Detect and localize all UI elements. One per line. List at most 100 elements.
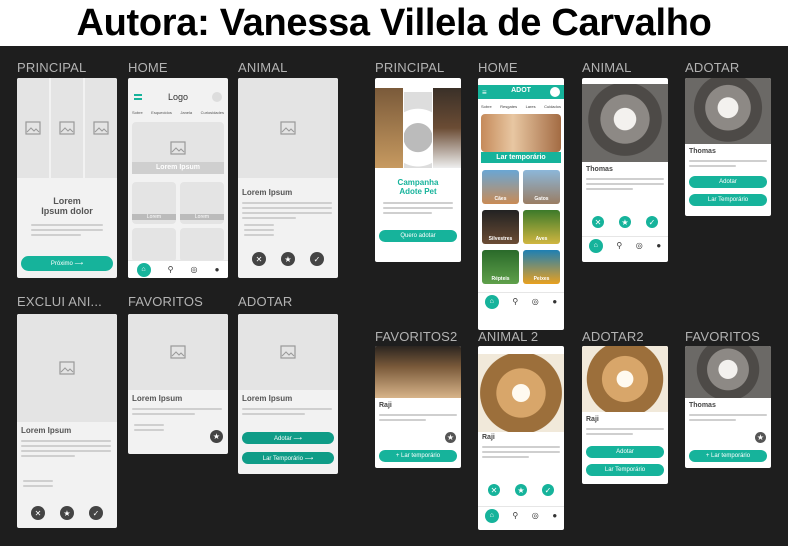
star-icon[interactable]: ★	[445, 432, 456, 443]
location-icon[interactable]: ⚲	[512, 511, 518, 520]
mk-animal-frame[interactable]: Thomas ✕ ★ ✓ ⌂ ⚲ ◎ ●	[582, 78, 668, 262]
mk-banner-photo[interactable]	[481, 114, 561, 152]
close-icon[interactable]: ✕	[488, 484, 500, 496]
bottom-nav: ⌂ ⚲ ◎ ●	[478, 506, 564, 524]
profile-icon[interactable]: ●	[656, 241, 661, 250]
mk-campaign-title: Campanha Adote Pet	[397, 178, 439, 196]
image-placeholder-icon	[51, 78, 83, 178]
tab-item[interactable]: Cuidados	[544, 104, 561, 109]
home-icon[interactable]: ⌂	[484, 294, 499, 309]
wf-adotar-frame[interactable]: Lorem Ipsum Adotar ⟶ Lar Temporário ⟶	[238, 314, 338, 474]
mk-principal-frame[interactable]: Campanha Adote Pet Quero adotar	[375, 78, 461, 262]
star-icon[interactable]: ★	[619, 216, 631, 228]
mk-favoritos-name: Thomas	[689, 402, 716, 409]
bottom-nav: ⌂ ⚲ ◎ ●	[582, 236, 668, 254]
wf-banner-label: Lorem Ipsum	[132, 162, 224, 174]
mk-adopt-button[interactable]: Adotar	[586, 446, 664, 458]
tab-item[interactable]: Esquecidos	[151, 110, 172, 115]
mk-favoritos-frame[interactable]: Thomas ★ + Lar temporário	[685, 346, 771, 468]
kitten-photo	[478, 354, 564, 432]
mk-foster-button[interactable]: + Lar temporário	[689, 450, 767, 462]
tab-item[interactable]: Sobre	[132, 110, 143, 115]
close-icon[interactable]: ✕	[252, 252, 266, 266]
mk-home-frame[interactable]: ≡ ADOT Sobre Resgates Lares Cuidados Lar…	[478, 78, 564, 330]
mk-adotar2-frame[interactable]: Raji Adotar Lar Temporário	[582, 346, 668, 484]
mk-adopt-cta-button[interactable]: Quero adotar	[379, 230, 457, 242]
text-placeholder	[586, 178, 664, 193]
mk-label-animal: ANIMAL	[582, 60, 632, 75]
kitten-photo	[375, 346, 461, 398]
mk-foster-button[interactable]: + Lar temporário	[379, 450, 457, 462]
profile-icon[interactable]: ●	[552, 511, 557, 520]
wf-home-frame[interactable]: Logo Sobre Esquecidos Janela Curiosidade…	[128, 78, 228, 278]
home-icon[interactable]: ⌂	[484, 508, 499, 523]
mk-label-favoritos2: FAVORITOS2	[375, 329, 458, 344]
star-icon[interactable]: ★	[210, 430, 223, 443]
wf-card[interactable]	[132, 228, 176, 262]
mk-foster-button[interactable]: Lar Temporário	[689, 194, 767, 206]
text-placeholder	[689, 414, 767, 424]
tab-item[interactable]: Lares	[526, 104, 536, 109]
text-placeholder	[244, 224, 274, 239]
wf-animal-frame[interactable]: Lorem Ipsum ✕ ★ ✓	[238, 78, 338, 278]
star-icon[interactable]: ★	[515, 484, 527, 496]
wf-card-label: Lorem	[180, 214, 224, 220]
close-icon[interactable]: ✕	[31, 506, 45, 520]
wf-principal-frame[interactable]: Lorem Ipsum dolor Próximo ⟶	[17, 78, 117, 278]
mk-favoritos2-frame[interactable]: Raji ★ + Lar temporário	[375, 346, 461, 468]
star-icon[interactable]: ★	[281, 252, 295, 266]
close-icon[interactable]: ✕	[592, 216, 604, 228]
chat-icon[interactable]: ◎	[532, 511, 539, 520]
location-icon[interactable]: ⚲	[512, 297, 518, 306]
tab-item[interactable]: Janela	[180, 110, 192, 115]
check-icon[interactable]: ✓	[646, 216, 658, 228]
check-icon[interactable]: ✓	[542, 484, 554, 496]
category-label: Répteis	[491, 276, 510, 282]
check-icon[interactable]: ✓	[310, 252, 324, 266]
check-icon[interactable]: ✓	[89, 506, 103, 520]
location-icon[interactable]: ⚲	[616, 241, 622, 250]
wf-foster-button[interactable]: Lar Temporário ⟶	[242, 452, 334, 464]
cat-photo	[375, 88, 403, 168]
wf-favoritos-frame[interactable]: Lorem Ipsum ★	[128, 314, 228, 454]
mk-adotar-frame[interactable]: Thomas Adotar Lar Temporário	[685, 78, 771, 216]
profile-icon[interactable]	[550, 87, 560, 97]
home-icon[interactable]: ⌂	[588, 238, 603, 253]
mk-label-home: HOME	[478, 60, 518, 75]
chat-icon[interactable]: ◎	[636, 241, 643, 250]
avatar-icon[interactable]	[212, 92, 222, 102]
mk-adotar-name: Thomas	[689, 148, 716, 155]
chat-icon[interactable]: ◎	[532, 297, 539, 306]
mk-adopt-button[interactable]: Adotar	[689, 176, 767, 188]
tab-item[interactable]: Sobre	[481, 104, 492, 109]
mk-favoritos2-name: Raji	[379, 402, 392, 409]
profile-icon[interactable]: ●	[215, 265, 220, 274]
cat-photo	[685, 346, 771, 398]
wf-label-animal: ANIMAL	[238, 60, 288, 75]
wf-adopt-button[interactable]: Adotar ⟶	[242, 432, 334, 444]
wf-label-favoritos: FAVORITOS	[128, 294, 204, 309]
text-placeholder	[23, 480, 53, 490]
mk-animal2-name: Raji	[482, 434, 495, 441]
wf-card[interactable]	[180, 228, 224, 262]
profile-icon[interactable]: ●	[552, 297, 557, 306]
author-title: Autora: Vanessa Villela de Carvalho	[76, 1, 712, 44]
mk-adotar2-name: Raji	[586, 416, 599, 423]
star-icon[interactable]: ★	[60, 506, 74, 520]
tab-item[interactable]: Curiosidades	[201, 110, 224, 115]
wf-exclui-frame[interactable]: Lorem Ipsum ✕ ★ ✓	[17, 314, 117, 528]
bottom-nav: ⌂ ⚲ ◎ ●	[128, 260, 228, 278]
text-placeholder	[383, 202, 453, 217]
mk-foster-button[interactable]: Lar Temporário	[586, 464, 664, 476]
star-icon[interactable]: ★	[755, 432, 766, 443]
location-icon[interactable]: ⚲	[168, 265, 174, 274]
wf-next-button[interactable]: Próximo ⟶	[21, 256, 113, 271]
home-icon[interactable]: ⌂	[136, 262, 151, 277]
mk-animal2-frame[interactable]: Raji ✕ ★ ✓ ⌂ ⚲ ◎ ●	[478, 346, 564, 530]
tab-item[interactable]: Resgates	[500, 104, 517, 109]
chat-icon[interactable]: ◎	[191, 265, 198, 274]
wf-card-label: Lorem	[132, 214, 176, 220]
wf-principal-heading: Lorem Ipsum dolor	[41, 196, 93, 216]
rabbit-photo	[404, 92, 432, 168]
text-placeholder	[689, 160, 767, 170]
